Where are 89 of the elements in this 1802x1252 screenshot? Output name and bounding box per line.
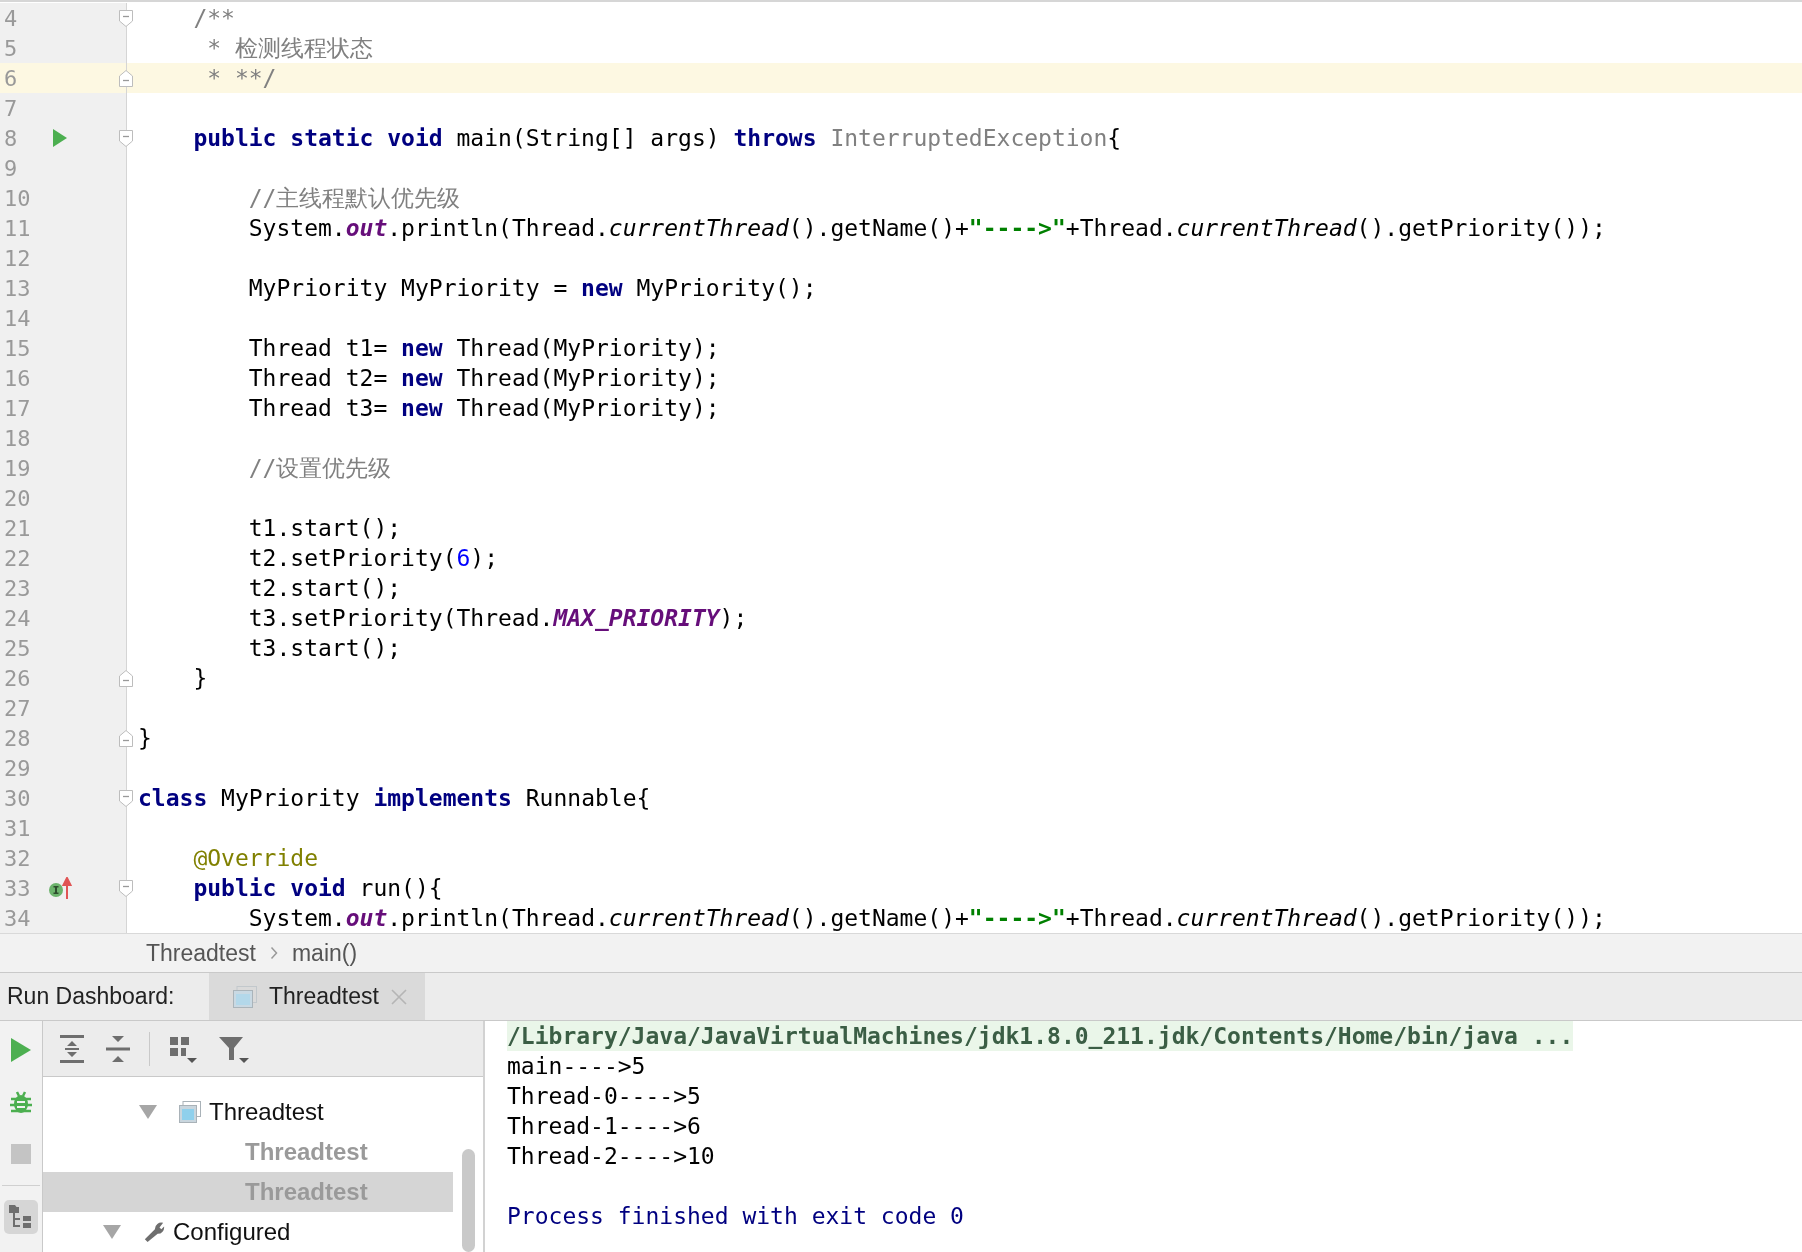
- chevron-icon: [269, 946, 278, 960]
- exit-message: Process finished with exit code 0: [507, 1202, 964, 1231]
- wrench-icon: [143, 1220, 165, 1244]
- line-number: 8: [3, 125, 19, 151]
- line-number: 5: [3, 35, 19, 61]
- fold-icon[interactable]: [119, 880, 133, 897]
- line-number: 34: [3, 905, 32, 931]
- line-number: 14: [3, 305, 32, 331]
- tool-window-title: Run Dashboard:: [6, 982, 176, 1011]
- line-number: 25: [3, 635, 32, 661]
- group-button[interactable]: [149, 1031, 200, 1066]
- collapse-all-icon: [105, 1034, 131, 1063]
- code-line: t2.setPriority(6);: [247, 544, 500, 573]
- code-line: MyPriority MyPriority = new MyPriority();: [247, 274, 818, 303]
- line-number: 24: [3, 605, 32, 631]
- breadcrumb-item[interactable]: Threadtest: [146, 939, 256, 967]
- fold-icon[interactable]: [119, 730, 133, 747]
- line-number: 22: [3, 545, 32, 571]
- line-number: 9: [3, 155, 19, 181]
- run-tab[interactable]: Threadtest: [209, 973, 425, 1020]
- line-number: 27: [3, 695, 32, 721]
- tree-item[interactable]: Threadtest: [43, 1092, 453, 1132]
- line-number: 19: [3, 455, 32, 481]
- output-line: Thread-2---->10: [507, 1142, 715, 1171]
- line-number: 4: [3, 5, 19, 31]
- output-line: Thread-1---->6: [507, 1112, 701, 1141]
- line-number: 16: [3, 365, 32, 391]
- code-line: //设置优先级: [247, 454, 393, 483]
- stop-icon: [10, 1143, 32, 1165]
- code-line: System.out.println(Thread.currentThread().getName()+"---->"+Thread.currentThread().getPriority());: [247, 214, 1607, 243]
- code-line: }: [137, 724, 153, 753]
- fold-icon[interactable]: [119, 130, 133, 147]
- line-number: 17: [3, 395, 32, 421]
- code-line: //主线程默认优先级: [247, 184, 462, 213]
- line-number: 28: [3, 725, 32, 751]
- code-line: Thread t1= new Thread(MyPriority);: [247, 334, 721, 363]
- run-icon[interactable]: [52, 129, 68, 147]
- code-line: Thread t2= new Thread(MyPriority);: [247, 364, 721, 393]
- bug-icon: [8, 1089, 34, 1115]
- window-icon: [233, 985, 257, 1008]
- scrollbar[interactable]: [462, 1149, 475, 1252]
- code-line: }: [192, 664, 209, 693]
- line-number: 33: [3, 875, 32, 901]
- line-number: 10: [3, 185, 32, 211]
- fold-icon[interactable]: [119, 790, 133, 807]
- fold-icon[interactable]: [119, 670, 133, 687]
- code-line: * 检测线程状态: [206, 34, 374, 63]
- line-number: 23: [3, 575, 32, 601]
- code-line: Thread t3= new Thread(MyPriority);: [247, 394, 721, 423]
- code-line: t1.start();: [247, 514, 403, 543]
- breadcrumb-item[interactable]: main(): [291, 939, 358, 967]
- output-line: Thread-0---->5: [507, 1082, 701, 1111]
- line-number: 26: [3, 665, 32, 691]
- window-icon: [179, 1101, 201, 1123]
- line-number: 20: [3, 485, 32, 511]
- line-number: 7: [3, 95, 19, 121]
- line-number: 21: [3, 515, 32, 541]
- line-number: 29: [3, 755, 32, 781]
- line-number: 31: [3, 815, 32, 841]
- tree-item[interactable]: Configured: [43, 1212, 453, 1252]
- code-line: /**: [192, 4, 236, 33]
- code-line: public void run(){: [192, 874, 444, 903]
- code-line: class MyPriority implements Runnable{: [137, 784, 652, 813]
- expand-all-icon: [59, 1034, 85, 1063]
- line-number: 12: [3, 245, 32, 271]
- line-number: 30: [3, 785, 32, 811]
- expanded-arrow-icon[interactable]: [138, 1104, 158, 1120]
- code-line: public static void main(String[] args) throws InterruptedException{: [192, 124, 1123, 153]
- code-line: t2.start();: [247, 574, 403, 603]
- expanded-arrow-icon[interactable]: [102, 1224, 122, 1240]
- line-number: 32: [3, 845, 32, 871]
- line-number: 6: [3, 65, 19, 91]
- code-line: System.out.println(Thread.currentThread().getName()+"---->"+Thread.currentThread().getPriority());: [247, 904, 1607, 933]
- line-number: 13: [3, 275, 32, 301]
- close-icon[interactable]: [390, 988, 407, 1005]
- fold-icon[interactable]: [119, 10, 133, 27]
- code-line: t3.start();: [247, 634, 403, 663]
- implements-marker-icon[interactable]: [48, 877, 72, 899]
- tree-view-icon: [8, 1204, 34, 1230]
- code-line: t3.setPriority(Thread.MAX_PRIORITY);: [247, 604, 749, 633]
- fold-icon[interactable]: [119, 70, 133, 87]
- code-line: @Override: [192, 844, 319, 873]
- line-number: 11: [3, 215, 32, 241]
- expand-all-button[interactable]: [57, 1032, 87, 1065]
- tree-view-button[interactable]: [4, 1200, 38, 1234]
- line-number: 15: [3, 335, 32, 361]
- run-icon: [10, 1037, 32, 1063]
- line-number: 18: [3, 425, 32, 451]
- output-line: main---->5: [507, 1052, 646, 1081]
